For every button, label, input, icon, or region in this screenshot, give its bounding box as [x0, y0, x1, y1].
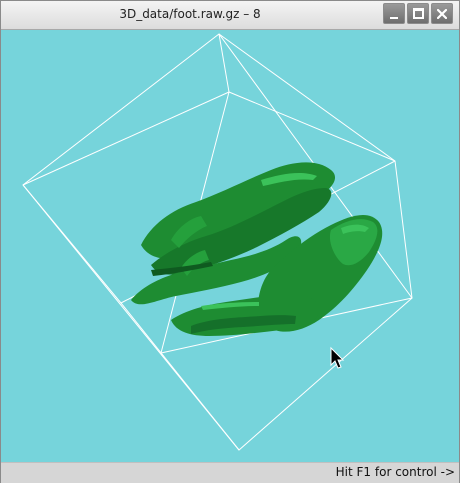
title-bar[interactable]: 3D_data/foot.raw.gz – 8 — [1, 1, 459, 30]
close-icon — [437, 8, 447, 19]
app-window: 3D_data/foot.raw.gz – 8 Hit F1 for contr… — [0, 0, 460, 483]
3d-viewport[interactable] — [1, 30, 459, 462]
status-hint: Hit F1 for control -> — [335, 465, 455, 479]
scene-canvas[interactable] — [1, 30, 459, 462]
foot-model — [131, 162, 383, 336]
minimize-icon — [390, 16, 398, 19]
status-bar: Hit F1 for control -> — [1, 462, 459, 483]
close-button[interactable] — [431, 3, 453, 24]
maximize-icon — [412, 8, 424, 19]
minimize-button[interactable] — [383, 3, 405, 24]
mouse-pointer-icon — [330, 346, 345, 369]
window-title: 3D_data/foot.raw.gz – 8 — [119, 7, 261, 21]
maximize-button[interactable] — [407, 3, 429, 24]
